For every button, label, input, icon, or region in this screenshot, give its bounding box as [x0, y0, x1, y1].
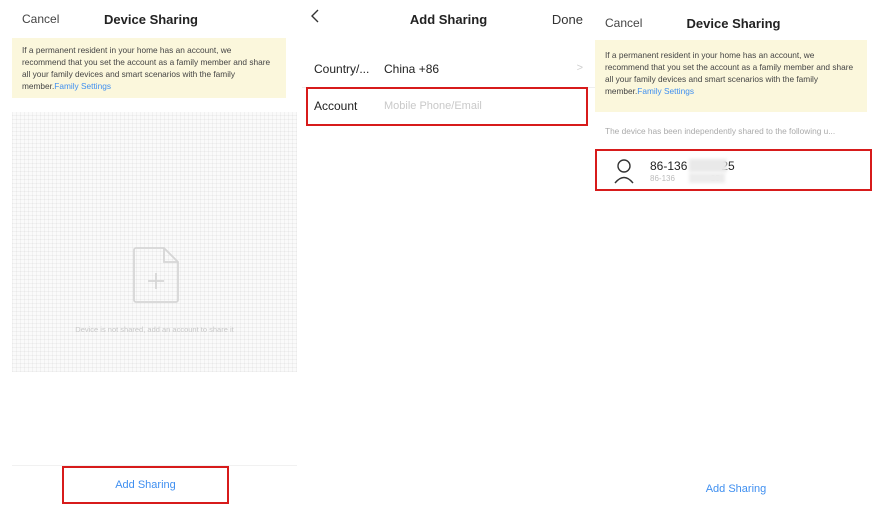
- nav-bar: Add Sharing Done: [302, 0, 595, 38]
- empty-message: Device is not shared, add an account to …: [75, 325, 234, 334]
- account-label: Account: [314, 99, 358, 113]
- add-sharing-label: Add Sharing: [115, 479, 176, 491]
- user-icon: [614, 159, 634, 184]
- country-label: Country/...: [314, 62, 370, 76]
- family-settings-link[interactable]: Family Settings: [637, 86, 694, 96]
- user-sub-start: 86-136: [650, 174, 675, 183]
- family-settings-link[interactable]: Family Settings: [54, 81, 111, 91]
- add-sharing-button[interactable]: Add Sharing: [62, 466, 229, 504]
- nav-bar: Cancel Device Sharing: [0, 0, 302, 38]
- family-notice: If a permanent resident in your home has…: [595, 40, 867, 112]
- redaction-blur: [689, 159, 727, 172]
- shared-user-item[interactable]: 86-13625 86-13625: [595, 150, 867, 192]
- device-sharing-shared-screen: Cancel Device Sharing If a permanent res…: [595, 0, 872, 505]
- account-row: Account Mobile Phone/Email: [302, 88, 595, 124]
- add-file-icon: [133, 247, 179, 303]
- country-selector[interactable]: Country/... China +86 >: [302, 51, 595, 88]
- done-button[interactable]: Done: [552, 12, 583, 27]
- device-sharing-empty-screen: Cancel Device Sharing If a permanent res…: [0, 0, 302, 505]
- add-sharing-button[interactable]: Add Sharing: [595, 483, 872, 495]
- user-name-start: 86-136: [650, 159, 688, 173]
- redaction-blur: [689, 173, 725, 183]
- shared-caption: The device has been independently shared…: [605, 126, 836, 136]
- country-value: China +86: [384, 62, 440, 76]
- nav-bar: Cancel Device Sharing: [595, 0, 872, 38]
- family-notice: If a permanent resident in your home has…: [12, 38, 286, 98]
- page-title: Device Sharing: [104, 12, 198, 27]
- add-sharing-screen: Add Sharing Done Country/... China +86 >…: [302, 0, 595, 505]
- empty-state: Device is not shared, add an account to …: [12, 112, 297, 372]
- chevron-right-icon: >: [576, 62, 583, 74]
- account-input[interactable]: Mobile Phone/Email: [384, 100, 482, 112]
- page-title: Device Sharing: [686, 16, 781, 31]
